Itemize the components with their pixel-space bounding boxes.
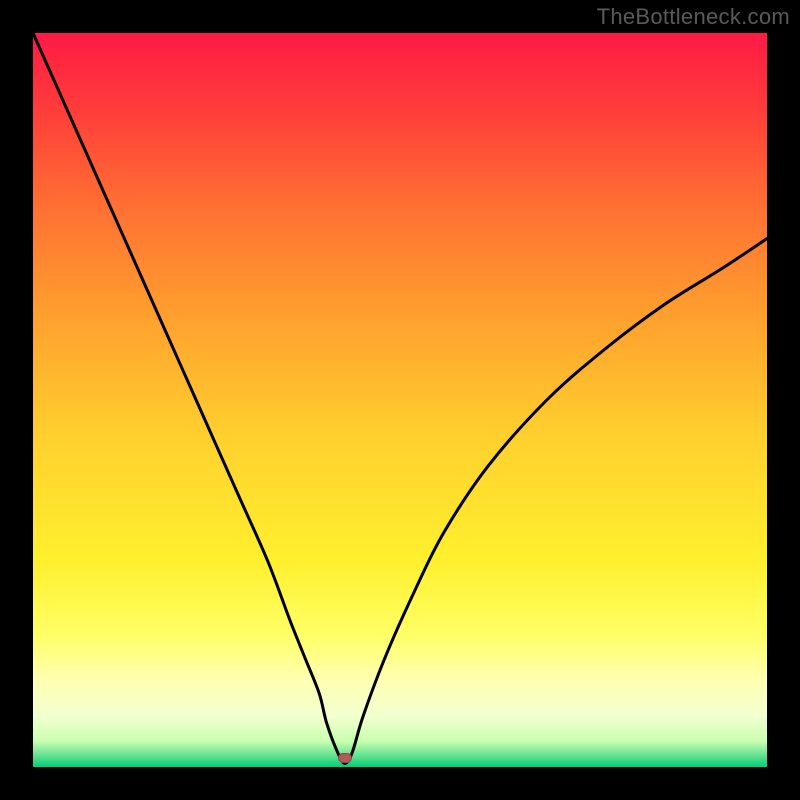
- optimal-point-marker: [338, 753, 352, 763]
- plot-area: [33, 33, 767, 767]
- chart-frame: TheBottleneck.com: [0, 0, 800, 800]
- watermark-text: TheBottleneck.com: [597, 4, 790, 30]
- gradient-background: [33, 33, 767, 767]
- chart-svg: [33, 33, 767, 767]
